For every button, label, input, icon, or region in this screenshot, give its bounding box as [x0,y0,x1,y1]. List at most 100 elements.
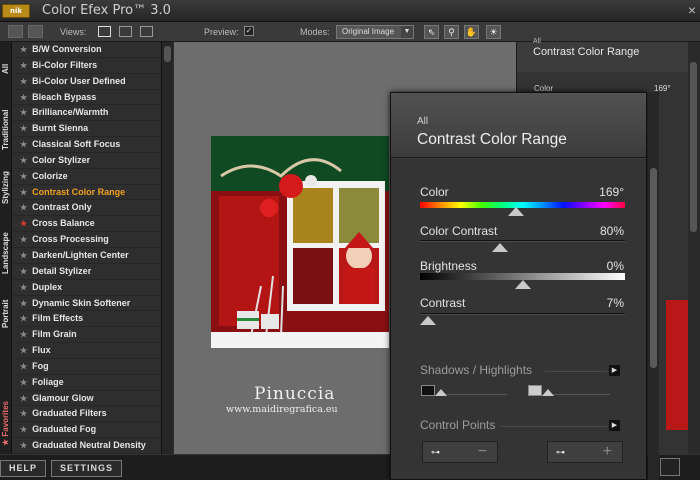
filter-item[interactable]: ★ Graduated Fog [12,422,160,439]
filter-item[interactable]: ★ Fog [12,358,160,375]
shadows-slider-track[interactable] [437,394,507,395]
section-divider [501,426,607,427]
view-single-button[interactable] [98,26,111,37]
contrast-slider-handle[interactable] [420,316,437,325]
filter-item[interactable]: ★ Contrast Only [12,200,160,217]
filter-item[interactable]: ★ Color Stylizer [12,152,160,169]
filter-item[interactable]: ★ Duplex [12,279,160,296]
star-icon[interactable]: ★ [20,93,27,102]
filter-item[interactable]: ★ Foliage [12,374,160,391]
expand-arrow-icon[interactable]: ▶ [609,420,620,431]
filter-item[interactable]: ★ Cross Balance [12,216,160,233]
color-contrast-slider-handle[interactable] [491,243,508,252]
filter-item[interactable]: ★ Bleach Bypass [12,89,160,106]
scrollbar-thumb[interactable] [650,168,657,368]
brightness-slider-track[interactable] [420,273,625,280]
control-point-icon: ⊶ [431,447,440,457]
filter-item[interactable]: ★ Film Effects [12,311,160,328]
star-icon[interactable]: ★ [20,362,27,371]
light-tool-icon[interactable]: ☀ [486,25,501,39]
color-slider-label: Color [420,185,449,199]
star-icon[interactable]: ★ [20,45,27,54]
help-button[interactable]: HELP [0,460,47,477]
highlights-slider-handle[interactable] [542,389,554,396]
filter-item[interactable]: ★ Brilliance/Warmth [12,105,160,122]
star-icon[interactable]: ★ [20,251,27,260]
control-points-label[interactable]: Control Points [420,418,495,432]
filter-item-label: Graduated Fog [32,424,97,435]
star-icon[interactable]: ★ [20,203,27,212]
expand-arrow-icon[interactable]: ▶ [609,365,620,376]
filter-item[interactable]: ★ Burnt Sienna [12,121,160,138]
layout-single-icon[interactable] [8,25,23,38]
settings-button[interactable]: SETTINGS [51,460,123,477]
filter-item[interactable]: ★ Bi-Color User Defined [12,73,160,90]
star-icon[interactable]: ★ [20,124,27,133]
star-icon[interactable]: ★ [20,378,27,387]
filter-item[interactable]: ★ B/W Conversion [12,42,160,58]
filter-list-scrollbar[interactable] [161,42,173,454]
zoom-tool-icon[interactable]: ⚲ [444,25,459,39]
shadows-slider-handle[interactable] [435,389,447,396]
star-icon[interactable]: ★ [20,346,27,355]
star-icon[interactable]: ★ [20,425,27,434]
color-slider-handle[interactable] [508,207,525,216]
star-icon[interactable]: ★ [20,77,27,86]
view-split-vertical-button[interactable] [119,26,132,37]
star-icon[interactable]: ★ [20,108,27,117]
contrast-slider-track[interactable] [420,313,625,315]
brightness-slider-value: 0% [606,259,624,273]
filter-item[interactable]: ★ Detail Stylizer [12,263,160,280]
view-side-by-side-button[interactable] [140,26,153,37]
filter-item[interactable]: ★ Darken/Lighten Center [12,247,160,264]
panel-header[interactable]: All Contrast Color Range [391,93,646,158]
layout-split-icon[interactable] [28,25,43,38]
star-icon[interactable]: ★ [20,299,27,308]
star-icon[interactable]: ★ [20,219,27,228]
brightness-slider-handle[interactable] [514,280,531,289]
star-icon[interactable]: ★ [20,188,27,197]
filter-item[interactable]: ★ Graduated Filters [12,406,160,423]
star-icon[interactable]: ★ [20,441,27,450]
star-icon[interactable]: ★ [20,140,27,149]
shadows-swatch [421,385,435,396]
filter-item[interactable]: ★ Glamour Glow [12,390,160,407]
filter-item[interactable]: ★ Classical Soft Focus [12,137,160,153]
docked-panel-scrollbar[interactable] [688,42,700,454]
pointer-tool-icon[interactable]: ⇖ [424,25,439,39]
plus-icon: + [602,443,612,460]
star-icon[interactable]: ★ [20,235,27,244]
preview-checkbox[interactable]: ✓ [244,26,254,36]
add-control-point-button[interactable]: ⊶ + [547,441,623,463]
ok-button[interactable] [660,458,680,476]
filter-item-label: Contrast Color Range [32,186,126,197]
star-icon[interactable]: ★ [20,156,27,165]
filter-item[interactable]: ★ Flux [12,343,160,359]
star-icon[interactable]: ★ [20,394,27,403]
star-icon[interactable]: ★ [20,172,27,181]
filter-item[interactable]: ★ Graduated Neutral Density [12,438,160,454]
star-icon[interactable]: ★ [20,330,27,339]
chevron-down-icon: ▼ [401,26,413,38]
mode-select[interactable]: Original Image ▼ [336,25,414,39]
scrollbar-thumb[interactable] [690,62,697,232]
hand-tool-icon[interactable]: ✋ [464,25,479,39]
filter-item[interactable]: ★ Bi-Color Filters [12,57,160,74]
color-contrast-slider-track[interactable] [420,240,625,242]
filter-panel-scrollbar[interactable] [648,92,659,480]
remove-control-point-button[interactable]: ⊶ − [422,441,498,463]
star-icon[interactable]: ★ [20,409,27,418]
scrollbar-thumb[interactable] [164,46,171,62]
star-icon[interactable]: ★ [20,314,27,323]
filter-item-label: Detail Stylizer [32,265,92,276]
filter-item[interactable]: ★ Dynamic Skin Softener [12,295,160,312]
filter-item[interactable]: ★ Contrast Color Range [12,184,160,201]
filter-item[interactable]: ★ Film Grain [12,327,160,344]
shadows-highlights-label[interactable]: Shadows / Highlights [420,363,532,377]
star-icon[interactable]: ★ [20,283,27,292]
star-icon[interactable]: ★ [20,61,27,70]
filter-item[interactable]: ★ Cross Processing [12,232,160,248]
close-icon[interactable]: × [688,2,696,18]
filter-item[interactable]: ★ Colorize [12,168,160,185]
star-icon[interactable]: ★ [20,267,27,276]
